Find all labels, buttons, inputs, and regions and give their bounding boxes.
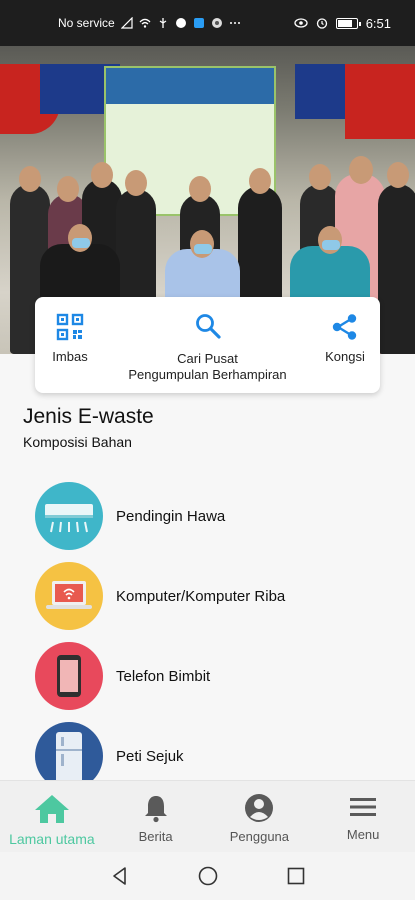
find-collection-center-button[interactable]: Cari Pusat Pengumpulan Berhampiran	[105, 297, 310, 393]
list-item-air-conditioner[interactable]: Pendingin Hawa	[35, 482, 225, 550]
system-navigation-bar	[0, 852, 415, 900]
clock-text: 6:51	[365, 15, 391, 31]
share-label: Kongsi	[325, 349, 365, 364]
battery-icon	[335, 17, 361, 29]
qr-scan-icon	[56, 313, 84, 341]
more-notifications-icon	[229, 22, 240, 24]
nav-menu[interactable]: Menu	[311, 781, 415, 852]
search-label-line2: Pengumpulan Berhampiran	[128, 367, 287, 382]
eye-icon	[294, 18, 308, 28]
ewaste-label: Pendingin Hawa	[116, 507, 226, 525]
ewaste-label: Komputer/Komputer Riba	[116, 587, 286, 605]
bell-icon	[144, 796, 167, 823]
nav-home[interactable]: Laman utama	[0, 781, 104, 852]
list-item-computer[interactable]: Komputer/Komputer Riba	[35, 562, 285, 630]
air-conditioner-icon	[35, 482, 103, 550]
share-button[interactable]: Kongsi	[310, 297, 380, 393]
nav-user-label: Pengguna	[229, 829, 290, 844]
section-title: Jenis E-waste	[23, 405, 154, 428]
laptop-icon	[35, 562, 103, 630]
search-icon	[195, 314, 221, 339]
list-item-mobile-phone[interactable]: Telefon Bimbit	[35, 642, 210, 710]
status-bar: No service 6:51	[0, 0, 415, 46]
share-icon	[332, 314, 357, 340]
search-label: Cari Pusat Pengumpulan Berhampiran	[128, 351, 286, 383]
chrome-icon	[211, 18, 222, 28]
recents-icon[interactable]	[286, 866, 306, 886]
user-icon	[245, 794, 274, 822]
alarm-icon	[316, 18, 327, 29]
wifi-icon	[139, 18, 151, 28]
scan-label: Imbas	[52, 349, 88, 364]
quick-actions-card: Imbas Cari Pusat Pengumpulan Berhampiran…	[35, 297, 380, 393]
nav-news[interactable]: Berita	[104, 781, 208, 852]
bottom-navigation: Laman utama Berita Pengguna Menu	[0, 780, 415, 852]
home-circle-icon[interactable]	[198, 866, 218, 886]
scan-button[interactable]: Imbas	[35, 297, 105, 393]
app-notification-icon	[193, 18, 204, 28]
ewaste-label: Peti Sejuk	[116, 747, 184, 765]
ewaste-label: Telefon Bimbit	[116, 667, 211, 685]
usb-icon	[159, 18, 167, 28]
decoration	[345, 64, 415, 139]
home-icon	[34, 795, 69, 823]
menu-icon	[350, 798, 377, 816]
section-subtitle: Komposisi Bahan	[23, 434, 132, 450]
nav-news-label: Berita	[138, 829, 173, 844]
nav-menu-label: Menu	[346, 827, 380, 842]
back-icon[interactable]	[110, 866, 130, 886]
messenger-icon	[175, 18, 186, 28]
search-label-line1: Cari Pusat	[177, 351, 238, 366]
signal-icon	[120, 17, 133, 29]
carrier-text: No service	[58, 16, 115, 30]
nav-user[interactable]: Pengguna	[208, 781, 312, 852]
mobile-phone-icon	[35, 642, 103, 710]
nav-home-label: Laman utama	[9, 831, 95, 847]
